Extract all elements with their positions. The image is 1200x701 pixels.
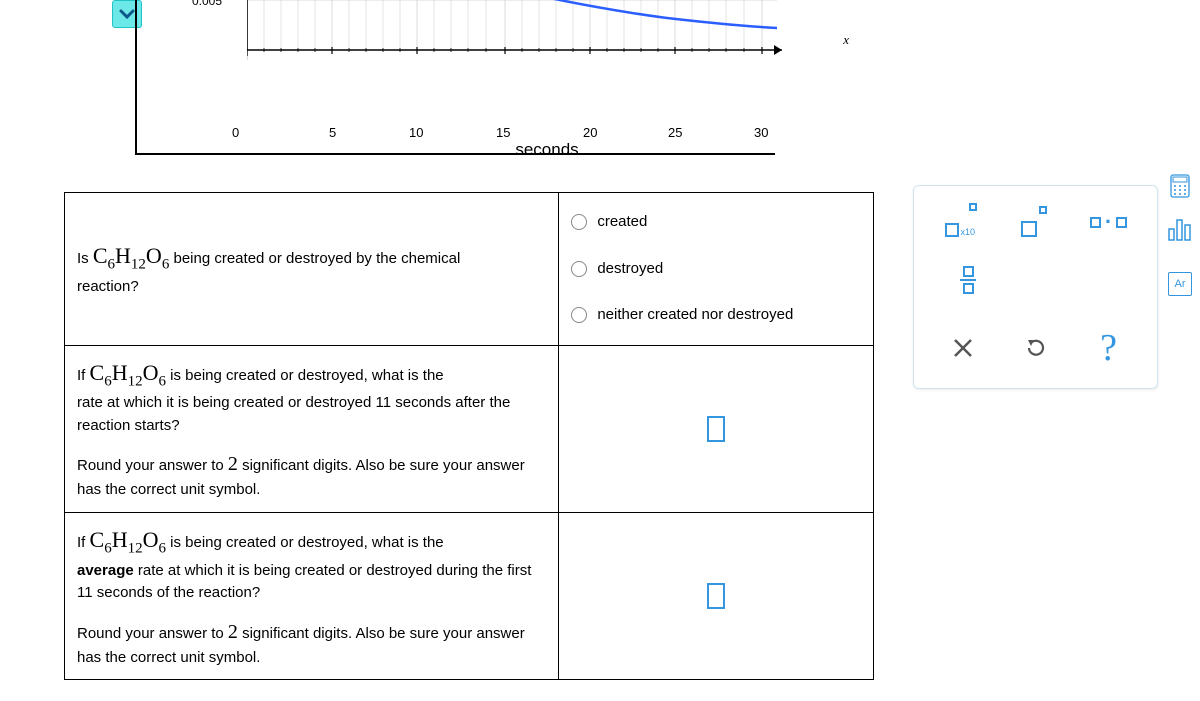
undo-icon <box>1023 335 1049 361</box>
q3-prefix: If <box>77 534 90 551</box>
calculator-button[interactable] <box>1168 174 1192 198</box>
chart-container: 0.005 0 5 10 15 20 25 30 x seconds <box>135 0 775 155</box>
q1-suffix-a: being created or destroyed by the chemic… <box>169 250 460 267</box>
bars-icon <box>1168 219 1192 241</box>
question-1-cell: Is C6H12O6 being created or destroyed by… <box>65 193 559 346</box>
radio-group-q1: created destroyed neither created nor de… <box>571 203 861 335</box>
x-tick-0: 0 <box>232 125 239 140</box>
x-axis-label: seconds <box>515 140 578 160</box>
data-table-button[interactable] <box>1168 218 1192 242</box>
question-2-cell: If C6H12O6 is being created or destroyed… <box>65 345 559 512</box>
option-created-label: created <box>597 211 647 234</box>
periodic-table-button[interactable]: Ar <box>1168 272 1192 296</box>
x-tick-25: 25 <box>668 125 682 140</box>
answer-3-input[interactable] <box>707 583 725 609</box>
q3-average: average <box>77 562 134 579</box>
x-tick-5: 5 <box>329 125 336 140</box>
math-toolbox: x10 · <box>913 185 1158 389</box>
fraction-button[interactable] <box>946 258 990 302</box>
q2-line2: rate at which it is being created or des… <box>77 394 510 434</box>
chart-area: 0.005 0 5 10 15 20 25 30 x seconds <box>247 0 847 100</box>
q2-round-a: Round your answer to <box>77 457 228 474</box>
q3-round-a: Round your answer to <box>77 625 228 642</box>
q1-suffix-b: reaction? <box>77 278 139 295</box>
help-button[interactable]: ? <box>1083 322 1135 374</box>
answer-1-cell: created destroyed neither created nor de… <box>559 193 874 346</box>
multiply-template-button[interactable]: · <box>1087 200 1131 244</box>
calculator-icon <box>1170 174 1190 198</box>
answer-2-cell <box>559 345 874 512</box>
radio-created[interactable] <box>571 214 587 230</box>
y-axis-tick-0.005: 0.005 <box>192 0 222 8</box>
x-tick-30: 30 <box>754 125 768 140</box>
clear-button[interactable] <box>937 322 989 374</box>
answer-3-cell <box>559 512 874 679</box>
q2-prefix: If <box>77 367 90 384</box>
option-destroyed-label: destroyed <box>597 258 663 281</box>
q1-prefix: Is <box>77 250 93 267</box>
x-tick-10: 10 <box>409 125 423 140</box>
question-3-cell: If C6H12O6 is being created or destroyed… <box>65 512 559 679</box>
radio-neither[interactable] <box>571 307 587 323</box>
superscript-button[interactable] <box>1014 200 1058 244</box>
q3-line1: is being created or destroyed, what is t… <box>166 534 444 551</box>
ar-label: Ar <box>1175 278 1186 290</box>
x-axis-arrow-label: x <box>843 32 849 48</box>
x-tick-15: 15 <box>496 125 510 140</box>
reset-button[interactable] <box>1010 322 1062 374</box>
chevron-down-icon <box>119 9 135 19</box>
questions-table: Is C6H12O6 being created or destroyed by… <box>64 192 874 680</box>
radio-destroyed[interactable] <box>571 261 587 277</box>
close-icon <box>952 337 974 359</box>
option-neither-label: neither created nor destroyed <box>597 304 793 327</box>
q2-line1: is being created or destroyed, what is t… <box>166 367 444 384</box>
answer-2-input[interactable] <box>707 416 725 442</box>
x-tick-20: 20 <box>583 125 597 140</box>
scientific-notation-button[interactable]: x10 <box>941 200 985 244</box>
q3-line2: rate at which it is being created or des… <box>77 562 531 602</box>
chart-grid <box>247 0 782 65</box>
